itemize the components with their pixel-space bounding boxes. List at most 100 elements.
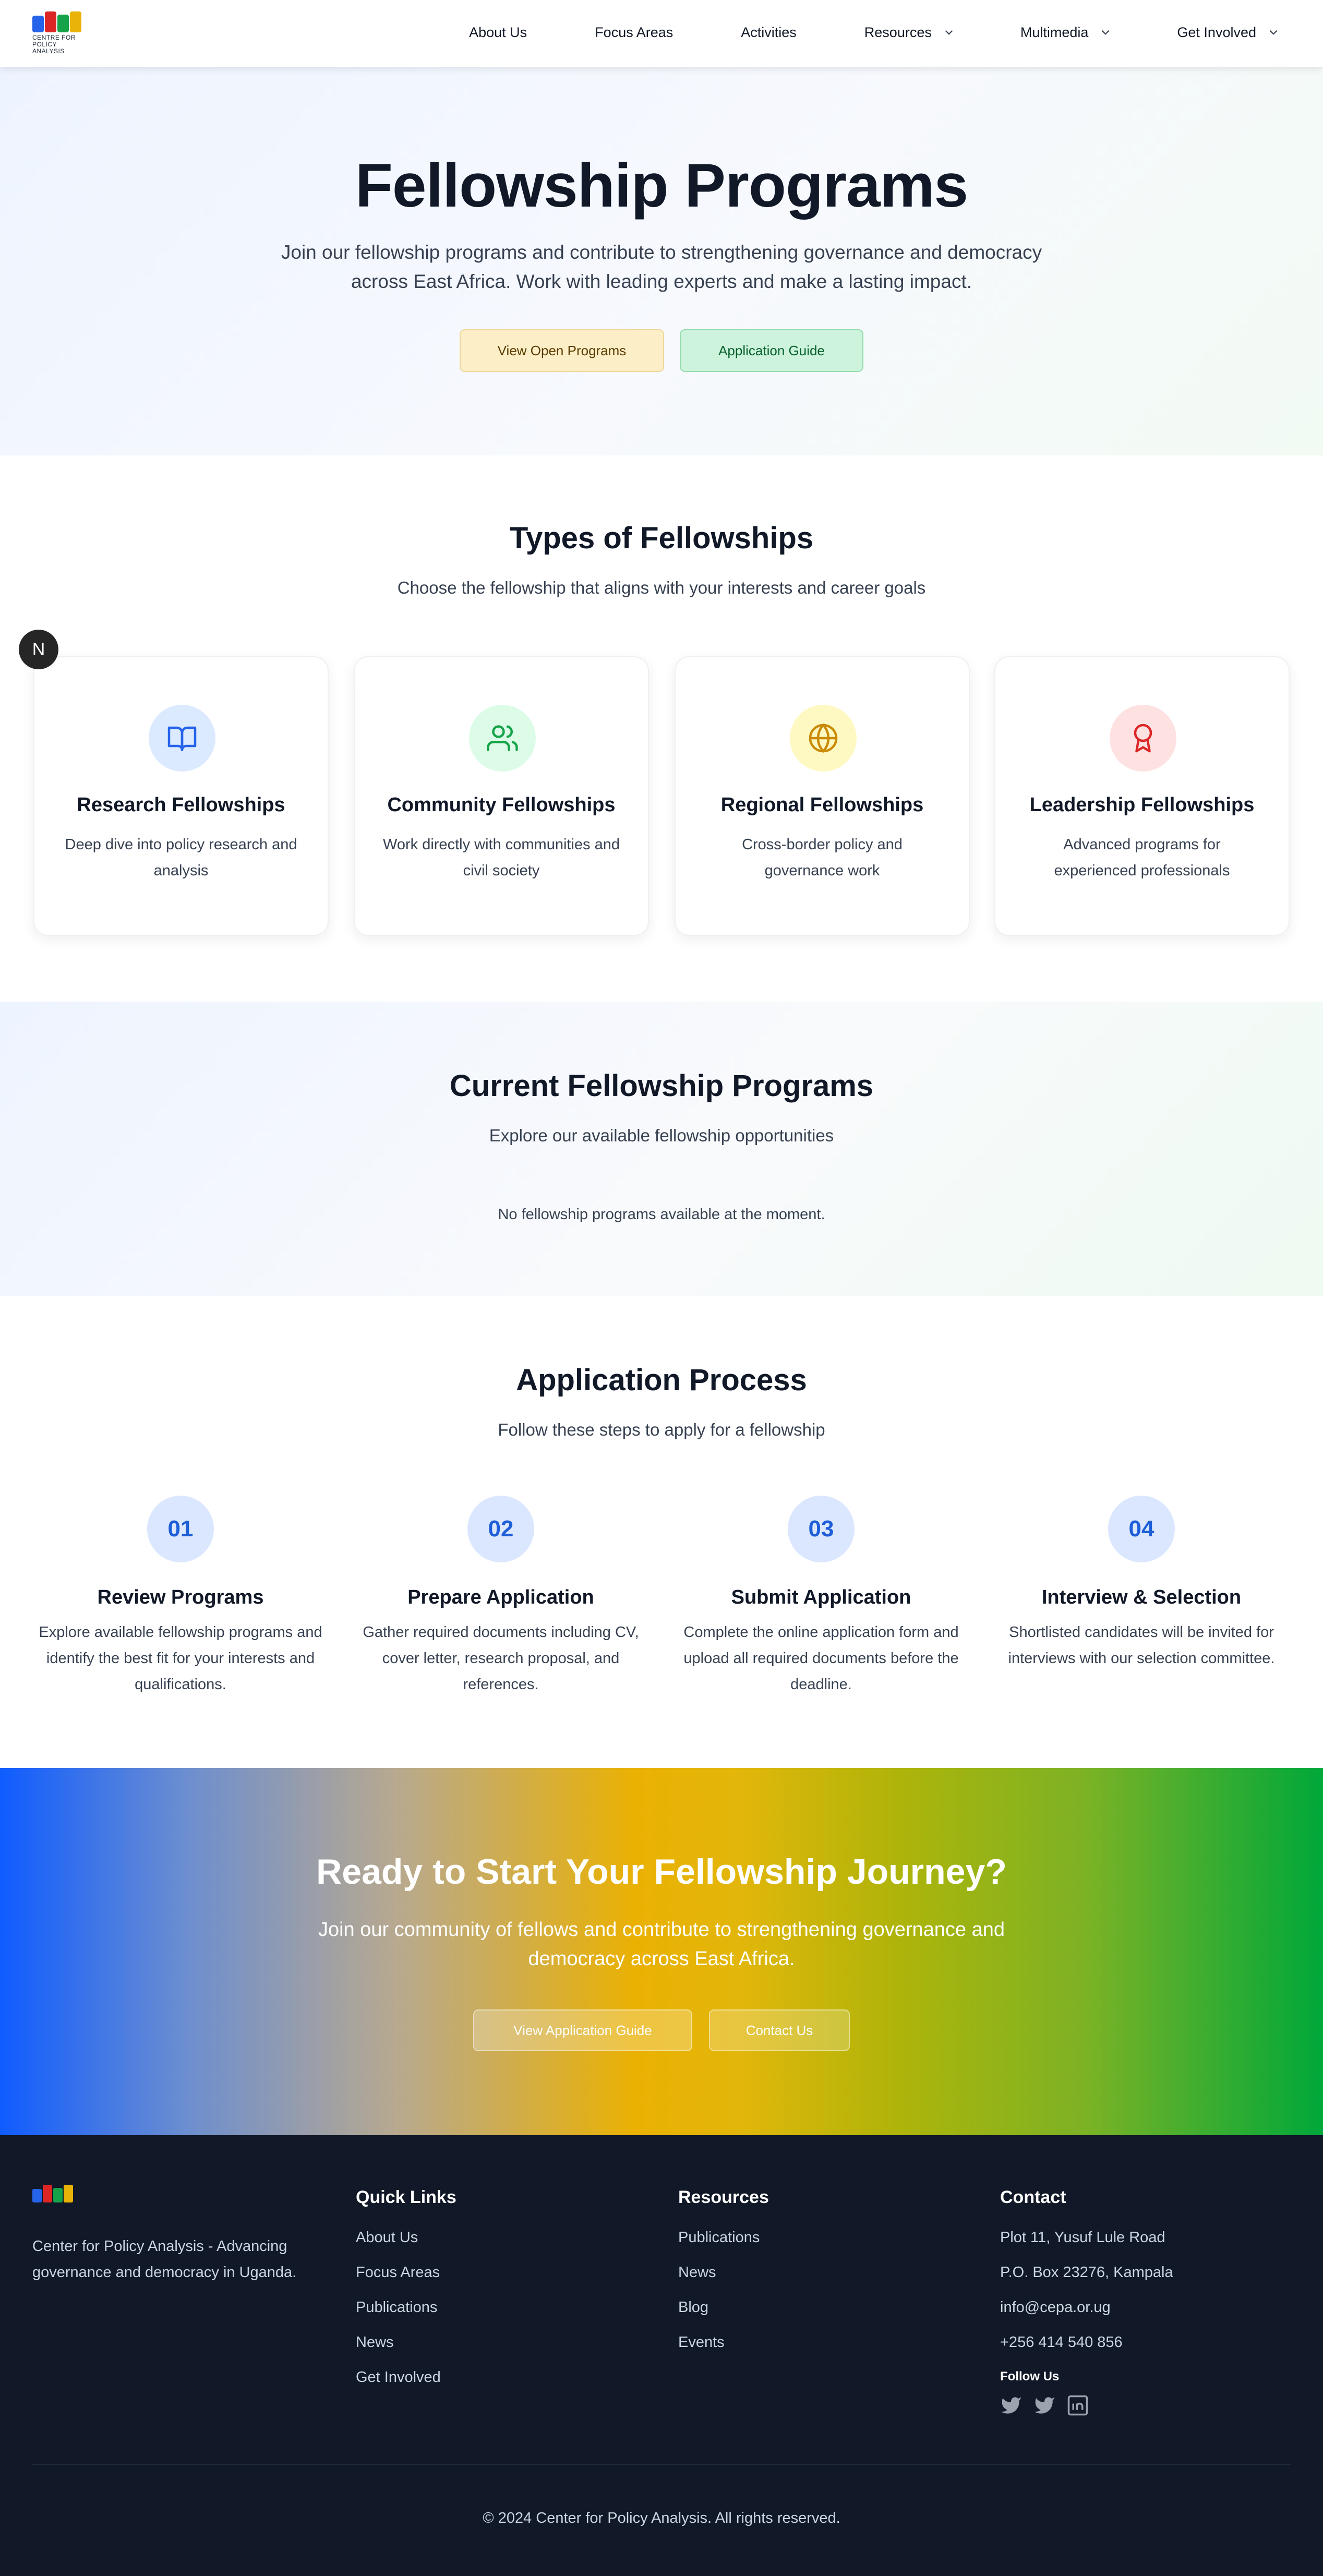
chevron-down-icon bbox=[945, 30, 953, 35]
users-icon bbox=[469, 705, 536, 772]
step-title: Submit Application bbox=[731, 1586, 911, 1608]
card-description: Work directly with communities and civil… bbox=[383, 836, 620, 879]
cta-title: Ready to Start Your Fellowship Journey? bbox=[316, 1852, 1007, 1892]
nav-resources[interactable]: Resources bbox=[864, 25, 956, 41]
nav-about-us-label: About Us bbox=[469, 24, 527, 40]
site-footer: Center for Policy Analysis - Advancing g… bbox=[0, 2135, 1323, 2576]
page-title: Fellowship Programs bbox=[355, 151, 968, 220]
cepa-logo[interactable]: CENTRE FOR POLICY ANALYSIS bbox=[32, 11, 85, 56]
footer-resources: Resources Publications News Blog Events bbox=[678, 2187, 769, 2368]
card-description: Deep dive into policy research and analy… bbox=[65, 836, 297, 879]
footer-link-publications[interactable]: Publications bbox=[356, 2298, 456, 2333]
nav-get-involved[interactable]: Get Involved bbox=[1177, 25, 1280, 41]
footer-link-about-us[interactable]: About Us bbox=[356, 2229, 456, 2264]
logo-text: CENTRE FOR POLICY ANALYSIS bbox=[32, 34, 76, 55]
footer-link-events[interactable]: Events bbox=[678, 2333, 769, 2368]
nav-focus-areas-label: Focus Areas bbox=[595, 24, 673, 40]
footer-link-blog[interactable]: Blog bbox=[678, 2298, 769, 2333]
dev-tools-badge[interactable]: N bbox=[19, 630, 58, 669]
follow-us-label: Follow Us bbox=[1000, 2369, 1060, 2384]
footer-divider bbox=[32, 2464, 1291, 2465]
process-title: Application Process bbox=[516, 1363, 807, 1397]
current-subtitle: Explore our available fellowship opportu… bbox=[489, 1126, 834, 1145]
step-description: Gather required documents including CV, … bbox=[363, 1624, 639, 1693]
nav-about-us[interactable]: About Us bbox=[469, 25, 527, 41]
step-number: 03 bbox=[788, 1496, 855, 1562]
application-guide-button[interactable]: Application Guide bbox=[680, 329, 863, 372]
footer-heading: Resources bbox=[678, 2187, 769, 2207]
contact-address: Plot 11, Yusuf Lule Road bbox=[1000, 2229, 1165, 2246]
cta-buttons: View Application Guide Contact Us bbox=[0, 2009, 1323, 2051]
hero-subtitle: Join our fellowship programs and contrib… bbox=[281, 242, 1042, 292]
nav-multimedia[interactable]: Multimedia bbox=[1020, 25, 1113, 41]
linkedin-icon[interactable] bbox=[1067, 2394, 1089, 2416]
nav-resources-label: Resources bbox=[864, 24, 932, 40]
logo-mark bbox=[32, 11, 85, 32]
card-regional-fellowships[interactable]: Regional Fellowships Cross-border policy… bbox=[675, 656, 970, 936]
footer-quick-links: Quick Links About Us Focus Areas Publica… bbox=[356, 2187, 456, 2403]
step-number: 01 bbox=[147, 1496, 214, 1562]
card-research-fellowships[interactable]: Research Fellowships Deep dive into poli… bbox=[33, 656, 329, 936]
cta-section: Ready to Start Your Fellowship Journey? … bbox=[0, 1768, 1323, 2135]
card-title: Regional Fellowships bbox=[720, 794, 924, 816]
footer-link-focus-areas[interactable]: Focus Areas bbox=[356, 2264, 456, 2298]
chevron-down-icon bbox=[1102, 30, 1110, 35]
step-description: Complete the online application form and… bbox=[683, 1624, 959, 1693]
footer-link-news[interactable]: News bbox=[356, 2333, 456, 2368]
empty-programs-message: No fellowship programs available at the … bbox=[498, 1206, 825, 1223]
process-step: 02 Prepare Application Gather required d… bbox=[355, 1496, 647, 1698]
cta-subtitle: Join our community of fellows and contri… bbox=[318, 1919, 1005, 1970]
footer-link-get-involved[interactable]: Get Involved bbox=[356, 2368, 456, 2403]
nav-activities-label: Activities bbox=[741, 24, 797, 40]
card-title: Community Fellowships bbox=[387, 794, 616, 816]
twitter-icon[interactable] bbox=[1033, 2394, 1055, 2416]
view-application-guide-button[interactable]: View Application Guide bbox=[473, 2009, 692, 2051]
contact-email[interactable]: info@cepa.or.ug bbox=[1000, 2298, 1173, 2333]
step-description: Explore available fellowship programs an… bbox=[39, 1624, 322, 1693]
contact-po-box: P.O. Box 23276, Kampala bbox=[1000, 2264, 1173, 2281]
contact-phone[interactable]: +256 414 540 856 bbox=[1000, 2333, 1173, 2368]
contact-us-button[interactable]: Contact Us bbox=[709, 2009, 850, 2051]
book-open-icon bbox=[149, 705, 215, 772]
card-description: Advanced programs for experienced profes… bbox=[1054, 836, 1230, 879]
nav-links: About Us Focus Areas Activities Resource… bbox=[469, 0, 1280, 65]
footer-link-publications[interactable]: Publications bbox=[678, 2229, 769, 2264]
step-title: Interview & Selection bbox=[1041, 1586, 1242, 1608]
top-navigation: CENTRE FOR POLICY ANALYSIS About Us Focu… bbox=[0, 0, 1323, 67]
types-subtitle: Choose the fellowship that aligns with y… bbox=[397, 578, 926, 597]
card-leadership-fellowships[interactable]: Leadership Fellowships Advanced programs… bbox=[994, 656, 1290, 936]
globe-icon bbox=[790, 705, 857, 772]
chevron-down-icon bbox=[1269, 30, 1278, 35]
nav-multimedia-label: Multimedia bbox=[1020, 24, 1089, 40]
process-subtitle: Follow these steps to apply for a fellow… bbox=[498, 1420, 825, 1439]
view-open-programs-button[interactable]: View Open Programs bbox=[460, 329, 664, 372]
card-description: Cross-border policy and governance work bbox=[742, 836, 903, 879]
current-programs-section: Current Fellowship Programs Explore our … bbox=[0, 1002, 1323, 1296]
step-title: Prepare Application bbox=[407, 1586, 594, 1608]
card-title: Leadership Fellowships bbox=[1029, 794, 1255, 816]
process-step: 04 Interview & Selection Shortlisted can… bbox=[995, 1496, 1288, 1671]
step-number: 02 bbox=[467, 1496, 534, 1562]
process-step: 01 Review Programs Explore available fel… bbox=[34, 1496, 327, 1698]
hero-buttons: View Open Programs Application Guide bbox=[0, 329, 1323, 372]
card-community-fellowships[interactable]: Community Fellowships Work directly with… bbox=[354, 656, 649, 936]
card-title: Research Fellowships bbox=[77, 794, 285, 816]
nav-get-involved-label: Get Involved bbox=[1177, 24, 1256, 40]
hero-section: Fellowship Programs Join our fellowship … bbox=[0, 67, 1323, 455]
footer-heading: Contact bbox=[1000, 2187, 1066, 2207]
footer-contact: Contact Plot 11, Yusuf Lule Road P.O. Bo… bbox=[1000, 2187, 1173, 2416]
current-title: Current Fellowship Programs bbox=[449, 1069, 874, 1103]
step-description: Shortlisted candidates will be invited f… bbox=[1008, 1624, 1275, 1667]
step-title: Review Programs bbox=[97, 1586, 264, 1608]
footer-heading: Quick Links bbox=[356, 2187, 456, 2207]
step-number: 04 bbox=[1108, 1496, 1175, 1562]
copyright: © 2024 Center for Policy Analysis. All r… bbox=[483, 2510, 840, 2526]
nav-focus-areas[interactable]: Focus Areas bbox=[595, 25, 673, 41]
footer-about: Center for Policy Analysis - Advancing g… bbox=[32, 2238, 297, 2281]
footer-link-news[interactable]: News bbox=[678, 2264, 769, 2298]
process-step: 03 Submit Application Complete the onlin… bbox=[675, 1496, 967, 1698]
twitter-icon[interactable] bbox=[1000, 2394, 1022, 2416]
types-title: Types of Fellowships bbox=[509, 521, 814, 555]
nav-activities[interactable]: Activities bbox=[741, 25, 797, 41]
footer-logo[interactable] bbox=[32, 2185, 73, 2202]
